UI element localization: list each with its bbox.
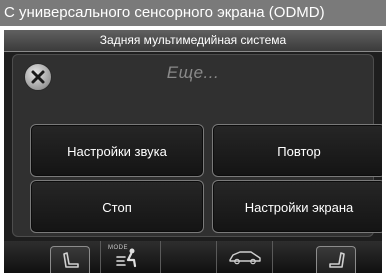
seat-left-icon <box>63 252 79 268</box>
page-caption: С универсального сенсорного экрана (ODMD… <box>0 0 386 26</box>
bar-slot-empty[interactable] <box>160 241 216 273</box>
screen-title: Задняя мультимедийная система <box>99 33 287 47</box>
airflow-mode-icon <box>116 248 137 268</box>
display-settings-button[interactable]: Настройки экрана <box>212 180 382 233</box>
airflow-mode-button[interactable]: MODE <box>100 241 160 273</box>
bar-slot-empty[interactable] <box>272 241 308 273</box>
car-icon <box>229 251 261 265</box>
climate-control-bar: MODE <box>4 241 382 273</box>
seat-left-button[interactable] <box>50 246 90 273</box>
stop-button[interactable]: Стоп <box>30 180 204 233</box>
more-menu-panel: Еще... Настройки звука Повтор Стоп Настр… <box>12 54 382 237</box>
touchscreen: Задняя мультимедийная система Еще... Нас… <box>4 30 382 273</box>
seat-right-button[interactable] <box>316 246 356 273</box>
screen-titlebar: Задняя мультимедийная система <box>4 30 382 52</box>
repeat-button[interactable]: Повтор <box>212 124 382 177</box>
defrost-car-button[interactable] <box>216 241 272 273</box>
sound-settings-button[interactable]: Настройки звука <box>30 124 204 177</box>
seat-right-icon <box>329 252 345 268</box>
panel-title: Еще... <box>166 63 220 82</box>
